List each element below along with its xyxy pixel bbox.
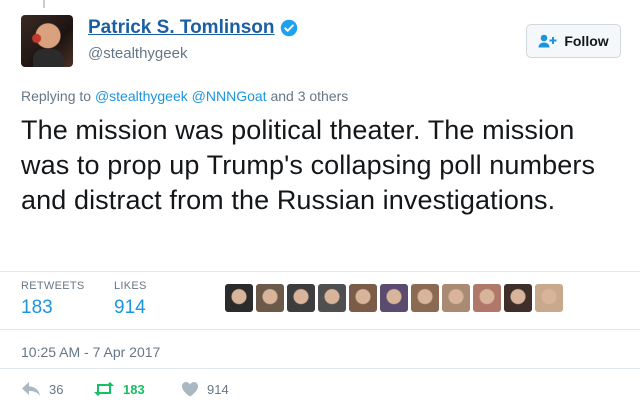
heart-icon [182,382,198,397]
timestamp[interactable]: 10:25 AM - 7 Apr 2017 [21,344,160,360]
liker-avatar[interactable] [473,284,501,312]
replying-to: Replying to @stealthygeek @NNNGoat and 3… [21,88,348,104]
liker-avatar[interactable] [256,284,284,312]
verified-badge-icon [280,19,297,37]
follow-button[interactable]: Follow [526,24,621,58]
divider-bottom [0,368,640,369]
retweets-stat[interactable]: RETWEETS 183 [21,280,85,319]
follow-label: Follow [564,33,609,49]
likes-value: 914 [114,297,146,318]
mention-nnngoat[interactable]: @NNNGoat [192,88,267,104]
likes-label: LIKES [114,280,147,292]
divider-middle [0,329,640,330]
liker-avatar[interactable] [318,284,346,312]
liker-avatar[interactable] [287,284,315,312]
retweet-action[interactable]: 183 [93,381,181,397]
retweet-count: 183 [123,381,145,397]
liker-avatar[interactable] [225,284,253,312]
liker-avatar[interactable] [442,284,470,312]
like-action[interactable]: 914 [181,381,229,397]
tweet-text: The mission was political theater. The m… [21,115,596,215]
author-name[interactable]: Patrick S. Tomlinson [88,17,275,39]
divider-top [0,271,640,272]
mention-stealthygeek[interactable]: @stealthygeek [95,88,188,104]
liker-avatar[interactable] [349,284,377,312]
liker-avatars [225,284,566,312]
tweet-header: Patrick S. Tomlinson @stealthygeek Follo… [21,15,621,71]
reply-action[interactable]: 36 [21,381,93,397]
liker-avatar[interactable] [411,284,439,312]
action-bar: 36 183 914 [21,378,229,400]
liker-avatar[interactable] [380,284,408,312]
retweets-label: RETWEETS [21,280,85,292]
liker-avatar[interactable] [504,284,532,312]
like-count: 914 [207,381,229,397]
replying-prefix: Replying to [21,88,92,104]
liker-avatar[interactable] [535,284,563,312]
replying-suffix[interactable]: and 3 others [270,88,348,104]
avatar[interactable] [21,15,73,67]
retweet-icon [94,382,114,396]
author-handle[interactable]: @stealthygeek [88,45,187,62]
reply-count: 36 [49,381,64,397]
name-row: Patrick S. Tomlinson [88,17,298,39]
reply-icon [22,382,40,396]
thread-line [43,0,45,8]
likes-stat[interactable]: LIKES 914 [114,280,147,319]
add-user-icon [538,34,557,48]
retweets-value: 183 [21,297,53,318]
